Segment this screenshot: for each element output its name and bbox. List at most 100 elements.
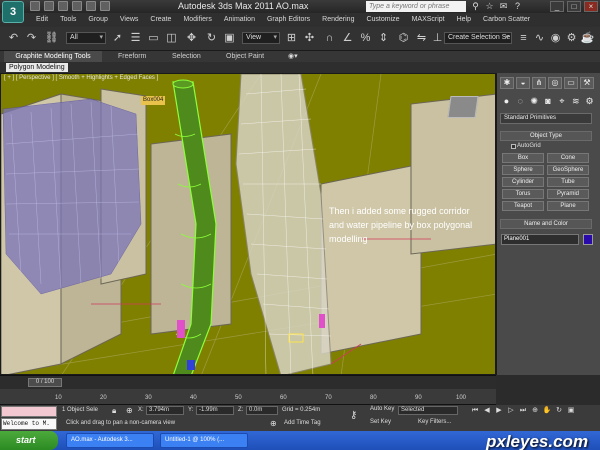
hierarchy-tab-icon[interactable]: ⋔ (532, 77, 546, 89)
next-frame-icon[interactable]: ▷ (506, 406, 516, 416)
maximize-button[interactable]: □ (567, 1, 581, 12)
viewport-label[interactable]: [ + ] [ Perspective ] [ Smooth + Highlig… (4, 75, 158, 81)
select-by-name-icon[interactable]: ☰ (128, 31, 143, 46)
torus-button[interactable]: Torus (502, 189, 544, 199)
tab-graphite-modeling-tools[interactable]: Graphite Modeling Tools (4, 51, 102, 62)
primitive-type-dropdown[interactable]: Standard Primitives (500, 113, 592, 124)
open-file-icon[interactable] (44, 1, 54, 11)
curve-editor-icon[interactable]: ∿ (532, 31, 547, 46)
percent-snap-icon[interactable]: % (358, 31, 373, 46)
set-key-button[interactable]: Set Key (370, 419, 391, 425)
layer-manager-icon[interactable]: ≡ (516, 31, 531, 46)
reference-coordinate-dropdown[interactable]: View (242, 32, 280, 44)
key-filters-button[interactable]: Key Filters... (418, 419, 451, 425)
utilities-tab-icon[interactable]: ⚒ (580, 77, 594, 89)
redo-icon[interactable] (86, 1, 96, 11)
y-coordinate-field[interactable]: -1.99m (196, 406, 234, 415)
tube-button[interactable]: Tube (547, 177, 589, 187)
previous-frame-icon[interactable]: ◀ (482, 406, 492, 416)
helpers-icon[interactable]: ⌖ (555, 95, 568, 107)
close-button[interactable]: × (584, 1, 598, 12)
teapot-button[interactable]: Teapot (502, 201, 544, 211)
orbit-icon[interactable]: ↻ (554, 406, 564, 416)
mirror-icon[interactable]: ⇋ (414, 31, 429, 46)
z-coordinate-field[interactable]: 0.0m (246, 406, 278, 415)
lights-icon[interactable]: ✺ (528, 95, 541, 107)
time-tag-icon[interactable]: ⊕ (270, 419, 277, 428)
object-color-swatch[interactable] (583, 234, 593, 245)
x-coordinate-field[interactable]: 3.794m (146, 406, 184, 415)
pivot-center-icon[interactable]: ⊞ (284, 31, 299, 46)
maximize-viewport-icon[interactable]: ▣ (566, 406, 576, 416)
taskbar-item-3dsmax[interactable]: AO.max - Autodesk 3... (66, 433, 154, 448)
tab-object-paint[interactable]: Object Paint (226, 51, 264, 62)
search-input[interactable]: Type a keyword or phrase (366, 1, 466, 12)
angle-snap-icon[interactable]: ∠ (340, 31, 355, 46)
select-and-scale-icon[interactable]: ▣ (222, 31, 237, 46)
display-tab-icon[interactable]: ▭ (564, 77, 578, 89)
motion-tab-icon[interactable]: ◎ (548, 77, 562, 89)
render-setup-icon[interactable]: ⚙ (564, 31, 579, 46)
pyramid-button[interactable]: Pyramid (547, 189, 589, 199)
menu-carbon-scatter[interactable]: Carbon Scatter (477, 13, 536, 27)
box-button[interactable]: Box (502, 153, 544, 163)
select-and-link-icon[interactable]: ⛓ (44, 31, 59, 46)
spinner-snap-icon[interactable]: ⇕ (376, 31, 391, 46)
rectangular-selection-icon[interactable]: ▭ (146, 31, 161, 46)
menu-help[interactable]: Help (451, 13, 477, 27)
auto-key-button[interactable]: Auto Key (370, 406, 394, 412)
viewcube[interactable] (447, 96, 479, 118)
snaps-toggle-icon[interactable]: ∩ (322, 31, 337, 46)
go-to-end-icon[interactable]: ⏭ (518, 406, 528, 416)
tab-selection[interactable]: Selection (172, 51, 201, 62)
select-and-rotate-icon[interactable]: ↻ (204, 31, 219, 46)
binoculars-icon[interactable]: ⚲ (470, 1, 481, 12)
shapes-icon[interactable]: ◌ (514, 95, 527, 107)
go-to-start-icon[interactable]: ⏮ (470, 406, 480, 416)
absolute-mode-icon[interactable]: ⊕ (126, 406, 136, 415)
help-icon[interactable]: ? (512, 1, 523, 12)
menu-rendering[interactable]: Rendering (316, 13, 360, 27)
maxscript-listener-output[interactable] (1, 406, 57, 417)
start-button[interactable]: start (0, 431, 58, 450)
menu-modifiers[interactable]: Modifiers (177, 13, 217, 27)
systems-icon[interactable]: ⚙ (583, 95, 596, 107)
redo-icon[interactable]: ↷ (24, 31, 39, 46)
save-file-icon[interactable] (58, 1, 68, 11)
time-slider-thumb[interactable]: 0 / 100 (28, 378, 62, 387)
select-and-move-icon[interactable]: ✥ (184, 31, 199, 46)
render-icon[interactable]: ☕ (580, 31, 595, 46)
undo-icon[interactable]: ↶ (6, 31, 21, 46)
project-folder-icon[interactable] (100, 1, 110, 11)
space-warps-icon[interactable]: ≋ (569, 95, 582, 107)
align-icon[interactable]: ⊥ (430, 31, 445, 46)
menu-create[interactable]: Create (144, 13, 177, 27)
geometry-icon[interactable]: ● (500, 95, 513, 107)
window-crossing-icon[interactable]: ◫ (164, 31, 179, 46)
maxscript-listener-input[interactable]: Welcome to M. (1, 418, 57, 430)
time-slider[interactable]: 0 / 100 (0, 375, 496, 389)
cone-button[interactable]: Cone (547, 153, 589, 163)
track-bar[interactable]: 10 20 30 40 50 60 70 80 90 100 (0, 389, 496, 405)
sphere-button[interactable]: Sphere (502, 165, 544, 175)
name-and-color-rollout[interactable]: Name and Color (500, 219, 592, 229)
named-selection-dropdown[interactable]: Create Selection Se (444, 32, 512, 44)
object-name-field[interactable]: Plane001 (501, 234, 579, 245)
zoom-icon[interactable]: ⊕ (530, 406, 540, 416)
menu-group[interactable]: Group (82, 13, 113, 27)
geosphere-button[interactable]: GeoSphere (547, 165, 589, 175)
max-logo-icon[interactable]: 3 (2, 1, 24, 23)
lock-icon[interactable]: 🔒︎ (112, 406, 122, 416)
panel-polygon-modeling[interactable]: Polygon Modeling (6, 63, 68, 72)
edit-named-selection-icon[interactable]: ⌬ (396, 31, 411, 46)
selection-filter-dropdown[interactable]: All (66, 32, 106, 44)
plane-button[interactable]: Plane (547, 201, 589, 211)
new-file-icon[interactable] (30, 1, 40, 11)
menu-maxscript[interactable]: MAXScript (406, 13, 451, 27)
menu-customize[interactable]: Customize (360, 13, 405, 27)
select-object-icon[interactable]: ➚ (110, 31, 125, 46)
cylinder-button[interactable]: Cylinder (502, 177, 544, 187)
tab-freeform[interactable]: Freeform (118, 51, 146, 62)
object-type-rollout[interactable]: Object Type (500, 131, 592, 141)
material-editor-icon[interactable]: ◉ (548, 31, 563, 46)
